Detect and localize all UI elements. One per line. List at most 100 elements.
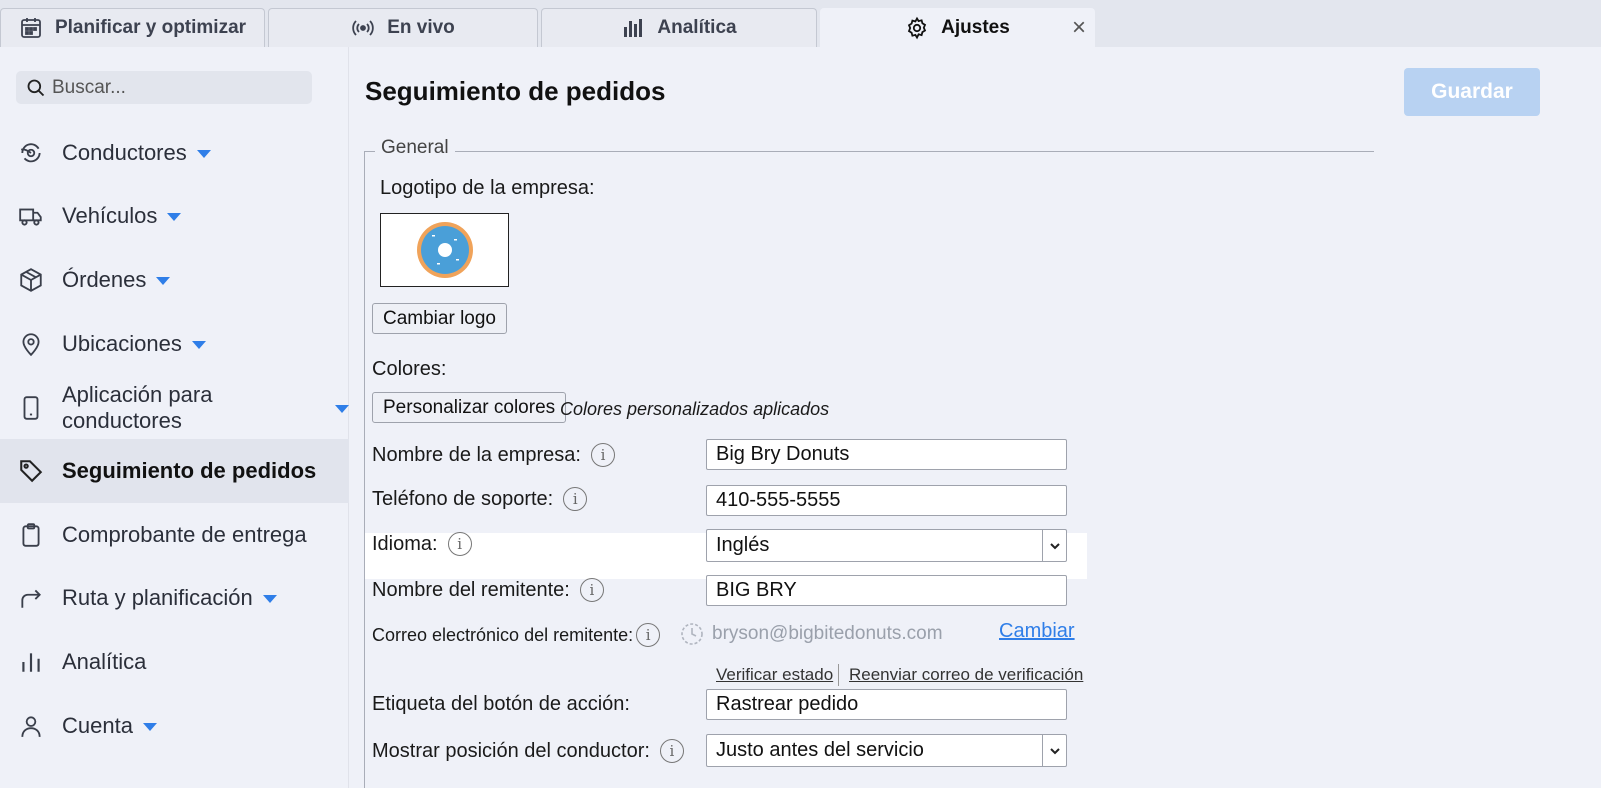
page-title: Seguimiento de pedidos [365, 76, 666, 106]
tag-icon [20, 460, 43, 483]
action-button-label: Etiqueta del botón de acción: [372, 693, 630, 715]
label-text: Teléfono de soporte: [372, 487, 554, 510]
fieldset-border [364, 151, 365, 788]
sidebar-item-aplicacion[interactable]: Aplicación para conductores [0, 376, 349, 440]
select-value: Justo antes del servicio [716, 739, 924, 761]
email-text: bryson@bigbitedonuts.com [712, 623, 943, 644]
support-phone-label: Teléfono de soporte: i [372, 487, 588, 511]
search-box [16, 71, 312, 104]
sidebar-item-analitica[interactable]: Analítica [0, 630, 349, 694]
tab-label: En vivo [387, 17, 455, 38]
colors-status-note: Colores personalizados aplicados [560, 399, 830, 419]
search-input[interactable] [52, 76, 292, 99]
bar-chart-icon [624, 19, 643, 37]
sidebar-item-label: Aplicación para conductores [62, 382, 213, 433]
change-email-link[interactable]: Cambiar [999, 620, 1075, 643]
sidebar-item-label: Conductores [62, 140, 187, 165]
info-icon[interactable]: i [636, 623, 661, 647]
company-logo [380, 213, 509, 287]
tab-label: Planificar y optimizar [54, 17, 247, 38]
section-legend: General [375, 137, 455, 159]
save-button[interactable]: Guardar [1404, 68, 1540, 116]
sidebar-item-label: Órdenes [62, 267, 147, 292]
sidebar-item-label: Vehículos [62, 203, 158, 228]
sidebar-item-comprobante[interactable]: Comprobante de entrega [0, 503, 349, 567]
logo-label: Logotipo de la empresa: [380, 177, 595, 199]
tab-analitica[interactable]: Analítica [541, 8, 817, 47]
sidebar-item-ubicaciones[interactable]: Ubicaciones [0, 312, 349, 376]
chevron-down-icon[interactable] [335, 405, 349, 413]
resend-verification-link[interactable]: Reenviar correo de verificación [849, 665, 1083, 685]
search-icon [27, 79, 45, 96]
sender-name-field[interactable] [706, 575, 1067, 606]
label-text: Nombre de la empresa: [372, 443, 581, 466]
route-arrow-icon [21, 589, 41, 608]
sidebar-item-label: Comprobante de entrega [62, 522, 307, 547]
label-text: Nombre del remitente: [372, 578, 570, 601]
tab-ajustes[interactable]: Ajustes × [820, 8, 1095, 47]
chevron-down-icon[interactable] [191, 341, 206, 349]
sidebar-item-label: Cuenta [62, 713, 133, 738]
tab-en-vivo[interactable]: En vivo [268, 8, 538, 47]
label-text: Idioma: [372, 532, 438, 555]
company-name-label: Nombre de la empresa: i [372, 443, 615, 467]
language-label: Idioma: i [372, 532, 472, 556]
sidebar-item-label: Seguimiento de pedidos [62, 458, 317, 483]
close-icon[interactable]: × [1072, 16, 1086, 40]
sidebar-item-label: Ubicaciones [62, 331, 182, 356]
tab-bar: Planificar y optimizar En vivo Analítica… [0, 0, 1601, 47]
sidebar-item-label: Ruta y planificación [62, 585, 253, 610]
sender-email-value: bryson@bigbitedonuts.com [680, 622, 943, 646]
chevron-down-icon[interactable] [1042, 530, 1066, 561]
sidebar-item-vehiculos[interactable]: Vehículos [0, 184, 349, 248]
calendar-icon [21, 18, 41, 38]
action-button-field[interactable] [706, 689, 1067, 720]
chevron-down-icon[interactable] [142, 723, 157, 731]
sidebar-item-seguimiento[interactable]: Seguimiento de pedidos [0, 439, 349, 503]
tab-label: Analítica [657, 17, 737, 38]
phone-icon [23, 396, 39, 420]
select-value: Inglés [716, 534, 770, 556]
chevron-down-icon[interactable] [167, 213, 182, 221]
bar-chart-icon [22, 653, 40, 672]
drivers-icon [20, 143, 41, 163]
sidebar-item-conductores[interactable]: Conductores [0, 121, 349, 185]
support-phone-field[interactable] [706, 485, 1067, 516]
info-icon[interactable]: i [659, 739, 684, 763]
sidebar-item-ordenes[interactable]: Órdenes [0, 248, 349, 312]
driver-position-label: Mostrar posición del conductor: i [372, 739, 684, 763]
chevron-down-icon[interactable] [196, 150, 211, 158]
box-icon [20, 268, 42, 292]
sidebar: Conductores Vehículos Órdenes Ubicacione… [0, 47, 349, 788]
user-icon [21, 716, 41, 737]
label-text: Correo electrónico del remitente: [372, 624, 634, 645]
tab-label: Ajustes [941, 17, 1010, 38]
colors-label: Colores: [372, 358, 447, 380]
sidebar-item-cuenta[interactable]: Cuenta [0, 694, 349, 758]
clipboard-icon [22, 523, 40, 547]
sender-email-label: Correo electrónico del remitente: i [372, 623, 661, 647]
label-text: Mostrar posición del conductor: [372, 739, 650, 762]
info-icon[interactable]: i [447, 532, 472, 556]
main-content: Seguimiento de pedidos Guardar General L… [350, 47, 1601, 788]
customize-colors-button[interactable]: Personalizar colores [372, 392, 567, 423]
company-name-field[interactable] [706, 439, 1067, 470]
change-logo-button[interactable]: Cambiar logo [372, 303, 507, 334]
driver-position-select[interactable]: Justo antes del servicio [706, 734, 1067, 767]
donut-logo-image [416, 222, 473, 278]
language-select[interactable]: Inglés [706, 529, 1067, 562]
verify-status-link[interactable]: Verificar estado [716, 665, 833, 685]
chevron-down-icon[interactable] [262, 595, 277, 603]
chevron-down-icon[interactable] [1042, 735, 1066, 766]
tab-planificar[interactable]: Planificar y optimizar [0, 8, 265, 47]
info-icon[interactable]: i [563, 487, 588, 511]
pending-clock-icon [681, 623, 703, 645]
location-pin-icon [22, 333, 40, 357]
link-separator [838, 664, 839, 686]
info-icon[interactable]: i [590, 443, 615, 467]
broadcast-icon [352, 20, 374, 36]
info-icon[interactable]: i [579, 578, 604, 602]
chevron-down-icon[interactable] [156, 277, 171, 285]
sidebar-item-ruta[interactable]: Ruta y planificación [0, 566, 349, 630]
sender-name-label: Nombre del remitente: i [372, 578, 604, 602]
